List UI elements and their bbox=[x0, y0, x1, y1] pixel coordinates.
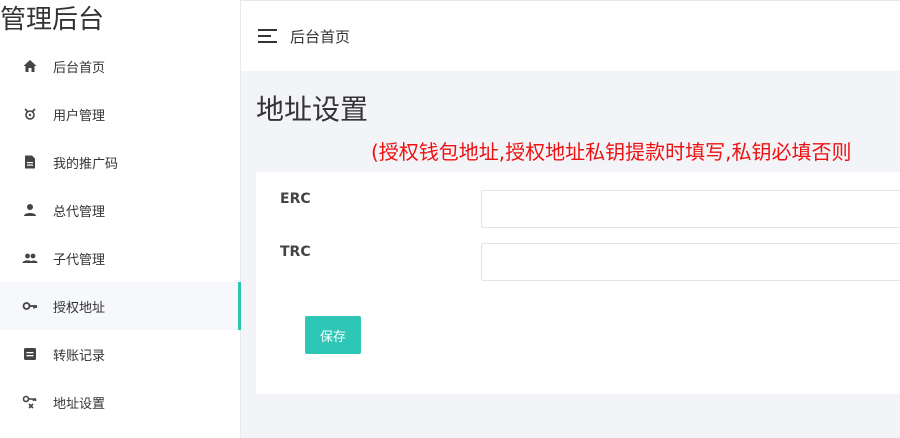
sidebar-item-transfer-records[interactable]: 转账记录 bbox=[0, 330, 240, 378]
key-icon bbox=[22, 298, 38, 314]
sidebar-item-label: 地址设置 bbox=[53, 396, 106, 412]
sidebar-item-label: 转账记录 bbox=[53, 348, 106, 364]
sidebar-item-label: 后台首页 bbox=[53, 60, 106, 76]
brand-title: 管理后台 bbox=[0, 5, 105, 35]
sidebar-item-home[interactable]: 后台首页 bbox=[0, 42, 240, 90]
sidebar-item-sub-agents[interactable]: 子代管理 bbox=[0, 234, 240, 282]
trc-input[interactable] bbox=[481, 243, 900, 281]
people-icon bbox=[22, 250, 38, 266]
sidebar-item-authorized-addresses[interactable]: 授权地址 bbox=[0, 282, 241, 330]
page-title: 地址设置 bbox=[256, 93, 369, 126]
list-box-icon bbox=[22, 346, 38, 362]
top-header: 后台首页 bbox=[241, 0, 900, 71]
sidebar-menu: 后台首页 用户管理 我的推广码 总代管理 子代管理 授权地址 转账记录 地址设置 bbox=[0, 42, 241, 426]
erc-label: ERC bbox=[280, 191, 311, 207]
home-icon bbox=[22, 58, 38, 74]
hamburger-icon[interactable] bbox=[258, 28, 278, 44]
sidebar-item-label: 我的推广码 bbox=[53, 156, 119, 172]
address-form-card: ERC TRC 保存 bbox=[256, 172, 900, 394]
notice-text: (授权钱包地址,授权地址私钥提款时填写,私钥必填否则 bbox=[371, 140, 852, 164]
sidebar: 管理后台 后台首页 用户管理 我的推广码 总代管理 子代管理 授权地址 转账记录… bbox=[0, 0, 241, 438]
document-icon bbox=[22, 154, 38, 170]
sidebar-item-agents[interactable]: 总代管理 bbox=[0, 186, 240, 234]
key-settings-icon bbox=[22, 394, 38, 410]
sidebar-item-users[interactable]: 用户管理 bbox=[0, 90, 240, 138]
sidebar-item-address-settings[interactable]: 地址设置 bbox=[0, 378, 240, 426]
sidebar-item-promo-code[interactable]: 我的推广码 bbox=[0, 138, 240, 186]
user-gear-icon bbox=[22, 106, 38, 122]
sidebar-item-label: 总代管理 bbox=[53, 204, 106, 220]
header-breadcrumb[interactable]: 后台首页 bbox=[290, 26, 350, 47]
person-icon bbox=[22, 202, 38, 218]
save-button[interactable]: 保存 bbox=[305, 316, 361, 354]
sidebar-item-label: 授权地址 bbox=[53, 300, 106, 316]
erc-input[interactable] bbox=[481, 190, 900, 228]
sidebar-item-label: 用户管理 bbox=[53, 108, 106, 124]
trc-label: TRC bbox=[280, 244, 311, 260]
sidebar-item-label: 子代管理 bbox=[53, 252, 106, 268]
